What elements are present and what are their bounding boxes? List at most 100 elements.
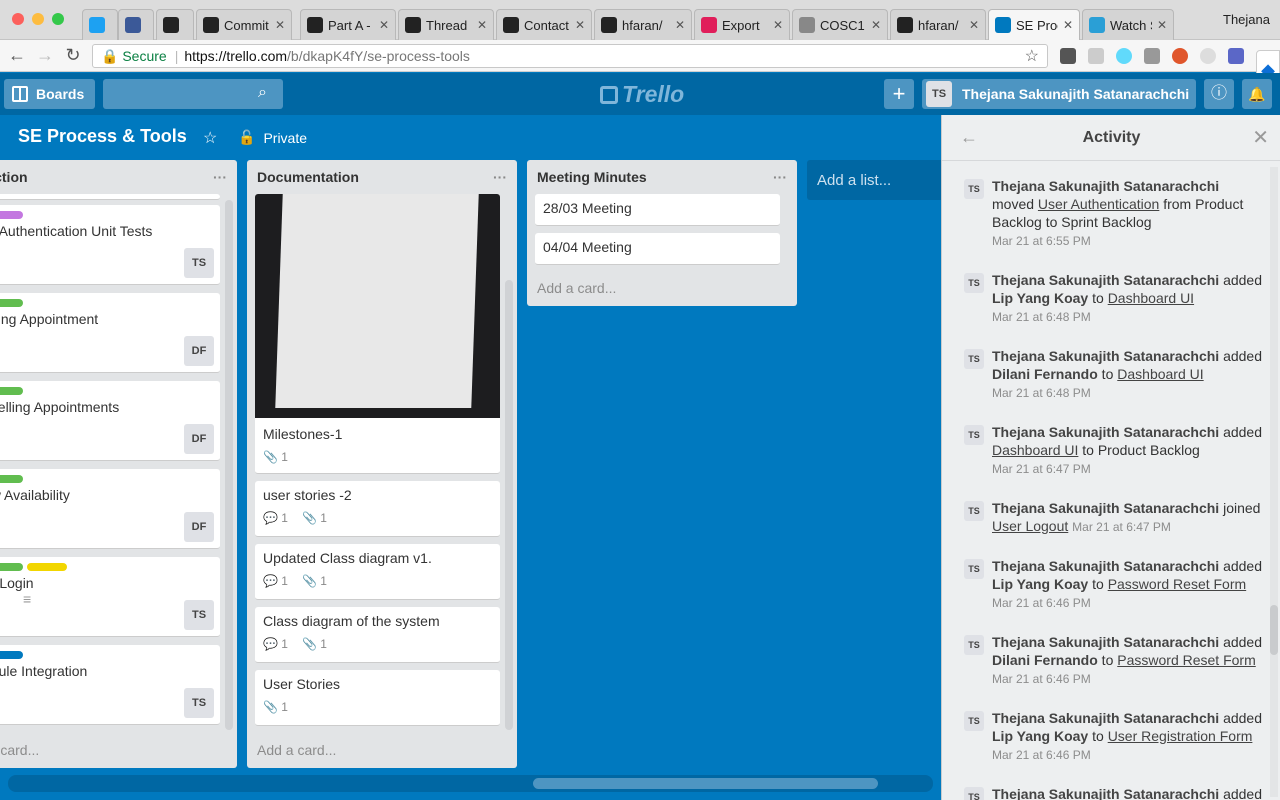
activity-actor[interactable]: Thejana Sakunajith Satanarachchi	[992, 272, 1219, 288]
add-list-button[interactable]: Add a list...	[807, 160, 947, 200]
activity-member[interactable]: Dilani Fernando	[992, 366, 1098, 382]
list-menu-icon[interactable]: ···	[493, 169, 507, 185]
activity-actor[interactable]: Thejana Sakunajith Satanarachchi	[992, 710, 1219, 726]
card[interactable]: odule Integration TS	[0, 645, 220, 725]
forward-button[interactable]: →	[34, 45, 56, 66]
avatar[interactable]: TS	[964, 711, 984, 731]
activity-actor[interactable]: Thejana Sakunajith Satanarachchi	[992, 500, 1219, 516]
board-title[interactable]: SE Process & Tools	[18, 126, 187, 147]
info-button[interactable]: ⓘ	[1204, 79, 1234, 109]
list-menu-icon[interactable]: ···	[213, 169, 227, 185]
browser-profile-name[interactable]: Thejana	[1223, 12, 1270, 27]
avatar[interactable]: TS	[964, 635, 984, 655]
list-title[interactable]: Documentation	[257, 169, 359, 185]
list-menu-icon[interactable]: ···	[773, 169, 787, 185]
browser-tab[interactable]	[82, 9, 118, 40]
avatar[interactable]: DF	[184, 512, 214, 542]
list-scrollbar[interactable]	[225, 200, 233, 730]
activity-card-link[interactable]: Password Reset Form	[1117, 652, 1255, 668]
sidebar-scrollbar[interactable]	[1270, 167, 1278, 797]
card[interactable]: er Login≡TS	[0, 557, 220, 637]
card[interactable]: ew Availability DF	[0, 469, 220, 549]
avatar[interactable]: TS	[964, 273, 984, 293]
close-window-button[interactable]	[12, 13, 24, 25]
card[interactable]: 04/04 Meeting	[535, 233, 780, 265]
card[interactable]	[0, 194, 220, 200]
boards-button[interactable]: Boards	[4, 79, 95, 109]
privacy-button[interactable]: 🔓 Private	[238, 129, 307, 146]
browser-tab[interactable]: Contact ✕	[496, 9, 592, 40]
activity-card-link[interactable]: User Authentication	[1038, 196, 1159, 212]
bookmark-star-icon[interactable]: ☆	[1025, 46, 1039, 66]
reload-button[interactable]: ↻	[62, 45, 84, 66]
browser-tab[interactable]: COSC1 ✕	[792, 9, 888, 40]
card[interactable]: 28/03 Meeting	[535, 194, 780, 226]
extension-icon[interactable]	[1144, 48, 1160, 64]
activity-card-link[interactable]: Dashboard UI	[1117, 366, 1203, 382]
react-devtools-icon[interactable]	[1116, 48, 1132, 64]
producthunt-icon[interactable]	[1172, 48, 1188, 64]
close-tab-icon[interactable]: ✕	[969, 18, 979, 32]
extension-icon[interactable]	[1088, 48, 1104, 64]
activity-member[interactable]: Lip Yang Koay	[992, 576, 1088, 592]
browser-tab[interactable]: hfaran/ ✕	[890, 9, 986, 40]
list-title[interactable]: duction	[0, 169, 28, 185]
activity-actor[interactable]: Thejana Sakunajith Satanarachchi	[992, 786, 1219, 800]
scrollbar-thumb[interactable]	[533, 778, 878, 789]
activity-member[interactable]: Lip Yang Koay	[992, 728, 1088, 744]
browser-tab[interactable]: Thread ✕	[398, 9, 494, 40]
activity-card-link[interactable]: Dashboard UI	[992, 442, 1078, 458]
maximize-window-button[interactable]	[52, 13, 64, 25]
card[interactable]: Class diagram of the system 💬 1 📎 1	[255, 607, 500, 663]
activity-actor[interactable]: Thejana Sakunajith Satanarachchi	[992, 634, 1219, 650]
avatar[interactable]: TS	[184, 248, 214, 278]
browser-tab[interactable]	[118, 9, 154, 40]
browser-tab[interactable]: hfaran/ ✕	[594, 9, 692, 40]
activity-card-link[interactable]: Password Reset Form	[1108, 576, 1246, 592]
avatar[interactable]: TS	[964, 349, 984, 369]
create-button[interactable]: +	[884, 79, 914, 109]
extension-icon[interactable]	[1200, 48, 1216, 64]
close-tab-icon[interactable]: ✕	[379, 18, 389, 32]
activity-card-link[interactable]: Dashboard UI	[1108, 290, 1194, 306]
avatar[interactable]: TS	[964, 425, 984, 445]
card[interactable]: oking Appointment DF	[0, 293, 220, 373]
add-card-link[interactable]: Add a card...	[537, 280, 616, 296]
board-horizontal-scrollbar[interactable]	[8, 775, 933, 792]
add-card-link[interactable]: Add a card...	[257, 742, 336, 758]
card[interactable]: User Stories 📎 1	[255, 670, 500, 726]
activity-actor[interactable]: Thejana Sakunajith Satanarachchi	[992, 558, 1219, 574]
avatar[interactable]: TS	[184, 688, 214, 718]
close-icon[interactable]: ✕	[1252, 125, 1269, 150]
scrollbar-thumb[interactable]	[1270, 605, 1278, 655]
notifications-button[interactable]: 🔔	[1242, 79, 1272, 109]
close-tab-icon[interactable]: ✕	[477, 18, 487, 32]
list-title[interactable]: Meeting Minutes	[537, 169, 647, 185]
card[interactable]: Updated Class diagram v1. 💬 1 📎 1	[255, 544, 500, 600]
card[interactable]: ncelling Appointments DF	[0, 381, 220, 461]
add-card-link[interactable]: d a card...	[0, 742, 39, 758]
avatar[interactable]: TS	[964, 787, 984, 800]
minimize-window-button[interactable]	[32, 13, 44, 25]
pocket-icon[interactable]	[1060, 48, 1076, 64]
close-tab-icon[interactable]: ✕	[773, 18, 783, 32]
browser-tab[interactable]: Export ✕	[694, 9, 790, 40]
avatar[interactable]: TS	[964, 559, 984, 579]
search-input[interactable]	[103, 79, 283, 109]
browser-tab[interactable]: Commit ✕	[196, 9, 292, 40]
browser-tab[interactable]: Watch S ✕	[1082, 9, 1174, 40]
activity-actor[interactable]: Thejana Sakunajith Satanarachchi	[992, 348, 1219, 364]
member-menu-button[interactable]: TS Thejana Sakunajith Satanarachchi	[922, 79, 1196, 109]
close-tab-icon[interactable]: ✕	[575, 18, 585, 32]
close-tab-icon[interactable]: ✕	[1157, 18, 1167, 32]
activity-member[interactable]: Lip Yang Koay	[992, 290, 1088, 306]
avatar[interactable]: TS	[964, 501, 984, 521]
avatar[interactable]: DF	[184, 424, 214, 454]
browser-tab[interactable]: SE Proc ✕	[988, 9, 1080, 40]
activity-actor[interactable]: Thejana Sakunajith Satanarachchi	[992, 424, 1219, 440]
card[interactable]: er Authentication Unit Tests TS	[0, 205, 220, 285]
search-icon[interactable]: ⌕	[258, 84, 267, 102]
card[interactable]: user stories -2 💬 1 📎 1	[255, 481, 500, 537]
back-button[interactable]: ←	[6, 45, 28, 66]
activity-card-link[interactable]: User Logout	[992, 518, 1068, 534]
